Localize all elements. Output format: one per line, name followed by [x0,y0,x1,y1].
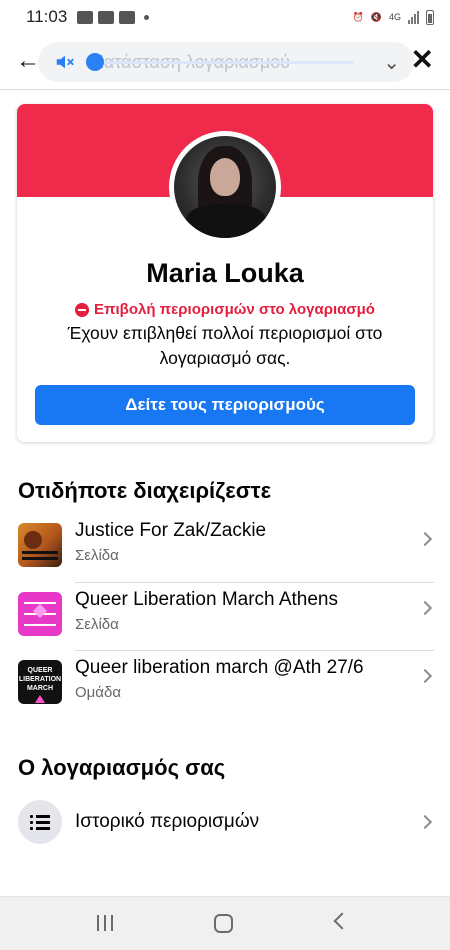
youtube-icon [119,10,136,24]
mute-status-icon: 🔇 [370,11,382,22]
speaker-muted-icon[interactable] [54,51,76,73]
restriction-description: Έχουν επιβληθεί πολλοί περιορισμοί στο λ… [67,323,383,368]
list-item[interactable]: QUEER LIBERATION MARCH Queer liberation … [0,649,450,717]
account-section-title: Ο λογαριασμός σας [18,755,226,780]
home-icon[interactable] [214,914,233,933]
gallery-icon [77,10,94,24]
youtube-icon [98,10,115,24]
battery-icon [426,9,434,25]
group-thumbnail: QUEER LIBERATION MARCH [18,660,62,704]
list-item-title: Queer liberation march @Ath 27/6 [75,657,364,678]
media-volume-overlay[interactable]: Κατάσταση λογαριασμού ⌄ [38,42,414,82]
profile-name: Maria Louka [146,258,304,288]
top-app-bar: ← Κατάσταση λογαριασμού ⌄ ✕ [0,34,450,90]
list-item[interactable]: Justice For Zak/Zackie Σελίδα [0,512,450,580]
network-type-label: 4G [388,12,401,22]
back-icon[interactable] [333,912,351,930]
chevron-right-icon [417,531,433,547]
volume-slider-thumb[interactable] [86,53,104,71]
list-item-title: Justice For Zak/Zackie [75,520,267,541]
system-navigation-bar [0,896,450,950]
more-notifications-icon [144,14,150,20]
page-thumbnail [18,523,62,567]
notification-icons [77,10,150,24]
list-item-subtitle: Ομάδα [75,684,122,701]
page-thumbnail [18,592,62,636]
list-item-title: Queer Liberation March Athens [75,589,338,610]
chevron-down-icon[interactable]: ⌄ [383,50,400,75]
restriction-label: Επιβολή περιορισμών στο λογαριασμό [94,301,375,318]
list-item-subtitle: Σελίδα [75,616,119,633]
list-item[interactable]: Queer Liberation March Athens Σελίδα [0,581,450,649]
status-time: 11:03 [26,7,68,26]
status-bar: 11:03 ⏰ 🔇 4G [0,0,450,34]
avatar-photo [174,136,276,238]
account-status-card: Maria Louka Επιβολή περιορισμών στο λογα… [17,104,433,442]
managed-section-title: Οτιδήποτε διαχειρίζεστε [18,478,272,503]
volume-slider-track[interactable] [94,61,354,64]
list-item-title: Ιστορικό περιορισμών [75,811,260,832]
chevron-right-icon [417,668,433,684]
close-icon[interactable]: ✕ [411,46,434,74]
avatar[interactable] [169,131,281,243]
recent-apps-icon[interactable] [97,915,115,931]
alarm-icon: ⏰ [352,11,364,22]
signal-icon [408,10,419,24]
chevron-right-icon [417,600,433,616]
system-icons: ⏰ 🔇 4G [352,9,434,25]
view-restrictions-button[interactable]: Δείτε τους περιορισμούς [35,385,415,425]
no-entry-icon [75,302,90,317]
list-icon [18,800,62,844]
list-item-subtitle: Σελίδα [75,547,119,564]
chevron-right-icon [417,814,433,830]
restriction-history-item[interactable]: Ιστορικό περιορισμών [0,792,450,860]
restriction-status: Επιβολή περιορισμών στο λογαριασμό [17,301,433,318]
